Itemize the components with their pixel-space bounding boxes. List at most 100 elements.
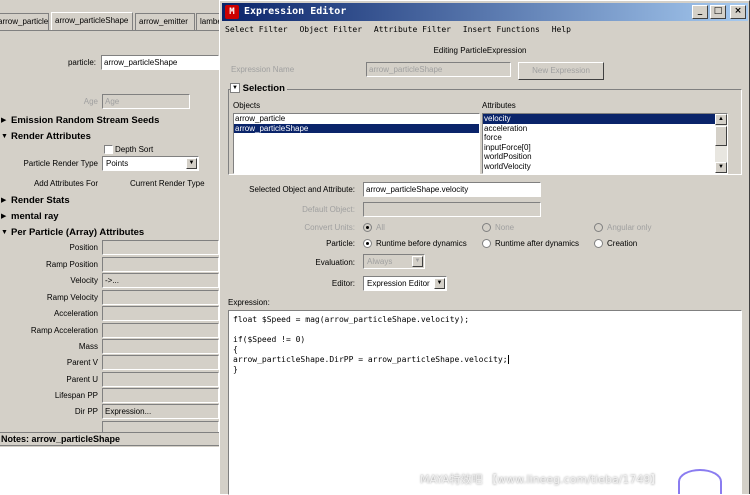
tab-arrow-particle[interactable]: arrow_particle bbox=[0, 13, 49, 31]
pp-field-lifespan-pp[interactable] bbox=[102, 388, 219, 403]
pp-label-ramp-velocity: Ramp Velocity bbox=[46, 293, 98, 302]
convert-all-label: All bbox=[376, 223, 385, 232]
tab-lambert[interactable]: lambe bbox=[196, 13, 219, 31]
text-caret bbox=[507, 355, 509, 364]
section-title: Emission Random Stream Seeds bbox=[11, 115, 160, 126]
selected-object-label: Selected Object and Attribute: bbox=[249, 185, 355, 194]
attributes-list[interactable]: velocity acceleration force inputForce[0… bbox=[482, 113, 728, 174]
tab-arrow-particleshape[interactable]: arrow_particleShape bbox=[51, 12, 133, 31]
window-title: Expression Editor bbox=[244, 6, 347, 17]
pp-field-ramp-position[interactable] bbox=[102, 257, 219, 272]
list-item[interactable]: worldPosition bbox=[483, 152, 727, 162]
maximize-button[interactable]: □ bbox=[710, 5, 726, 19]
tab-arrow-emitter[interactable]: arrow_emitter bbox=[135, 13, 195, 31]
expression-editor-window: M Expression Editor _ □ × Select Filter … bbox=[219, 0, 750, 495]
menu-select-filter[interactable]: Select Filter bbox=[225, 25, 288, 34]
minimize-button[interactable]: _ bbox=[692, 5, 708, 19]
menu-help[interactable]: Help bbox=[552, 25, 571, 34]
pp-label-dir-pp: Dir PP bbox=[74, 407, 98, 416]
attributes-scrollbar[interactable]: ▲ ▼ bbox=[715, 114, 727, 173]
runtime-before-label: Runtime before dynamics bbox=[376, 239, 467, 248]
dropdown-value: Always bbox=[367, 257, 393, 266]
dropdown-arrow-icon: ▼ bbox=[186, 158, 197, 169]
selection-section-header[interactable]: ▼ Selection bbox=[230, 83, 287, 94]
window-titlebar[interactable]: M Expression Editor _ □ × bbox=[222, 3, 748, 21]
particle-render-type-dropdown[interactable]: Points ▼ bbox=[102, 156, 199, 171]
menu-insert-functions[interactable]: Insert Functions bbox=[463, 25, 540, 34]
default-object-field[interactable] bbox=[363, 202, 541, 217]
dropdown-arrow-icon: ▼ bbox=[412, 256, 423, 267]
new-expression-button[interactable]: New Expression bbox=[518, 62, 604, 80]
list-item-selected[interactable]: velocity bbox=[483, 114, 715, 124]
pp-field-dir-pp[interactable]: Expression... bbox=[102, 404, 219, 419]
evaluation-dropdown[interactable]: Always ▼ bbox=[363, 254, 425, 269]
menu-object-filter[interactable]: Object Filter bbox=[299, 25, 362, 34]
section-title: Render Attributes bbox=[11, 131, 91, 142]
scroll-down-icon[interactable]: ▼ bbox=[715, 162, 727, 173]
pp-field-ramp-velocity[interactable] bbox=[102, 290, 219, 305]
pp-label-ramp-acceleration: Ramp Acceleration bbox=[30, 326, 98, 335]
convert-none-radio[interactable] bbox=[482, 223, 491, 232]
expression-code-editor[interactable]: float $Speed = mag(arrow_particleShape.v… bbox=[228, 310, 742, 495]
expression-name-field[interactable]: arrow_particleShape bbox=[366, 62, 511, 77]
pp-label-lifespan-pp: Lifespan PP bbox=[54, 391, 98, 400]
section-render-attributes[interactable]: ▼ Render Attributes bbox=[0, 130, 219, 144]
objects-label: Objects bbox=[233, 101, 261, 110]
current-render-type-button[interactable]: Current Render Type bbox=[130, 179, 205, 188]
code-line: } bbox=[233, 365, 238, 374]
pp-field-ramp-acceleration[interactable] bbox=[102, 323, 219, 338]
pp-field-parent-v[interactable] bbox=[102, 355, 219, 370]
list-item[interactable]: arrow_particle bbox=[234, 114, 479, 124]
pp-label-position: Position bbox=[69, 243, 98, 252]
particle-label: particle: bbox=[67, 58, 96, 67]
list-item[interactable]: inputForce[0] bbox=[483, 143, 727, 153]
age-field: Age bbox=[102, 94, 190, 109]
section-emission-seeds[interactable]: ▶ Emission Random Stream Seeds bbox=[0, 114, 219, 128]
pp-field-position[interactable] bbox=[102, 240, 219, 255]
attributes-label: Attributes bbox=[482, 101, 516, 110]
convert-all-radio[interactable] bbox=[363, 223, 372, 232]
runtime-before-radio[interactable] bbox=[363, 239, 372, 248]
pp-label-parent-u: Parent U bbox=[66, 375, 98, 384]
scroll-thumb[interactable] bbox=[715, 126, 727, 146]
creation-radio[interactable] bbox=[594, 239, 603, 248]
age-label: Age bbox=[83, 97, 98, 106]
collapse-arrow-icon: ▼ bbox=[230, 83, 240, 94]
menu-attribute-filter[interactable]: Attribute Filter bbox=[374, 25, 451, 34]
scroll-up-icon[interactable]: ▲ bbox=[715, 114, 727, 125]
list-item-selected[interactable]: arrow_particleShape bbox=[234, 123, 479, 133]
section-per-particle-attributes[interactable]: ▼ Per Particle (Array) Attributes bbox=[0, 226, 219, 240]
depth-sort-checkbox[interactable] bbox=[104, 145, 113, 154]
evaluation-label: Evaluation: bbox=[315, 258, 355, 267]
notes-area[interactable] bbox=[0, 447, 219, 494]
add-attributes-label: Add Attributes For bbox=[33, 179, 98, 188]
list-item[interactable]: worldVelocity bbox=[483, 162, 727, 172]
pp-field-velocity[interactable]: ->... bbox=[102, 273, 219, 288]
expression-label: Expression: bbox=[228, 298, 270, 307]
editor-dropdown[interactable]: Expression Editor ▼ bbox=[363, 276, 447, 291]
particle-label: Particle: bbox=[326, 239, 355, 248]
menu-bar: Select Filter Object Filter Attribute Fi… bbox=[222, 22, 748, 38]
attribute-editor-panel: arrow_particle arrow_particleShape arrow… bbox=[0, 0, 219, 494]
pp-field-acceleration[interactable] bbox=[102, 306, 219, 321]
pp-label-acceleration: Acceleration bbox=[53, 309, 98, 318]
selection-title: Selection bbox=[242, 83, 285, 94]
runtime-after-radio[interactable] bbox=[482, 239, 491, 248]
section-render-stats[interactable]: ▶ Render Stats bbox=[0, 194, 219, 208]
creation-label: Creation bbox=[607, 239, 638, 248]
convert-none-label: None bbox=[495, 223, 515, 232]
convert-angular-radio[interactable] bbox=[594, 223, 603, 232]
objects-list[interactable]: arrow_particle arrow_particleShape bbox=[233, 113, 480, 174]
particle-name-field[interactable]: arrow_particleShape bbox=[101, 55, 219, 70]
list-item[interactable]: acceleration bbox=[483, 124, 727, 134]
close-button[interactable]: × bbox=[730, 5, 746, 19]
list-item[interactable]: force bbox=[483, 133, 727, 143]
dropdown-value: Points bbox=[106, 159, 129, 168]
tab-label: arrow_particle bbox=[0, 17, 49, 26]
convert-units-label: Convert Units: bbox=[304, 223, 355, 232]
pp-field-parent-u[interactable] bbox=[102, 372, 219, 387]
pp-field-mass[interactable] bbox=[102, 339, 219, 354]
section-mental-ray[interactable]: ▶ mental ray bbox=[0, 210, 219, 224]
particle-render-type-label: Particle Render Type bbox=[23, 159, 98, 168]
selected-object-field[interactable]: arrow_particleShape.velocity bbox=[363, 182, 541, 197]
